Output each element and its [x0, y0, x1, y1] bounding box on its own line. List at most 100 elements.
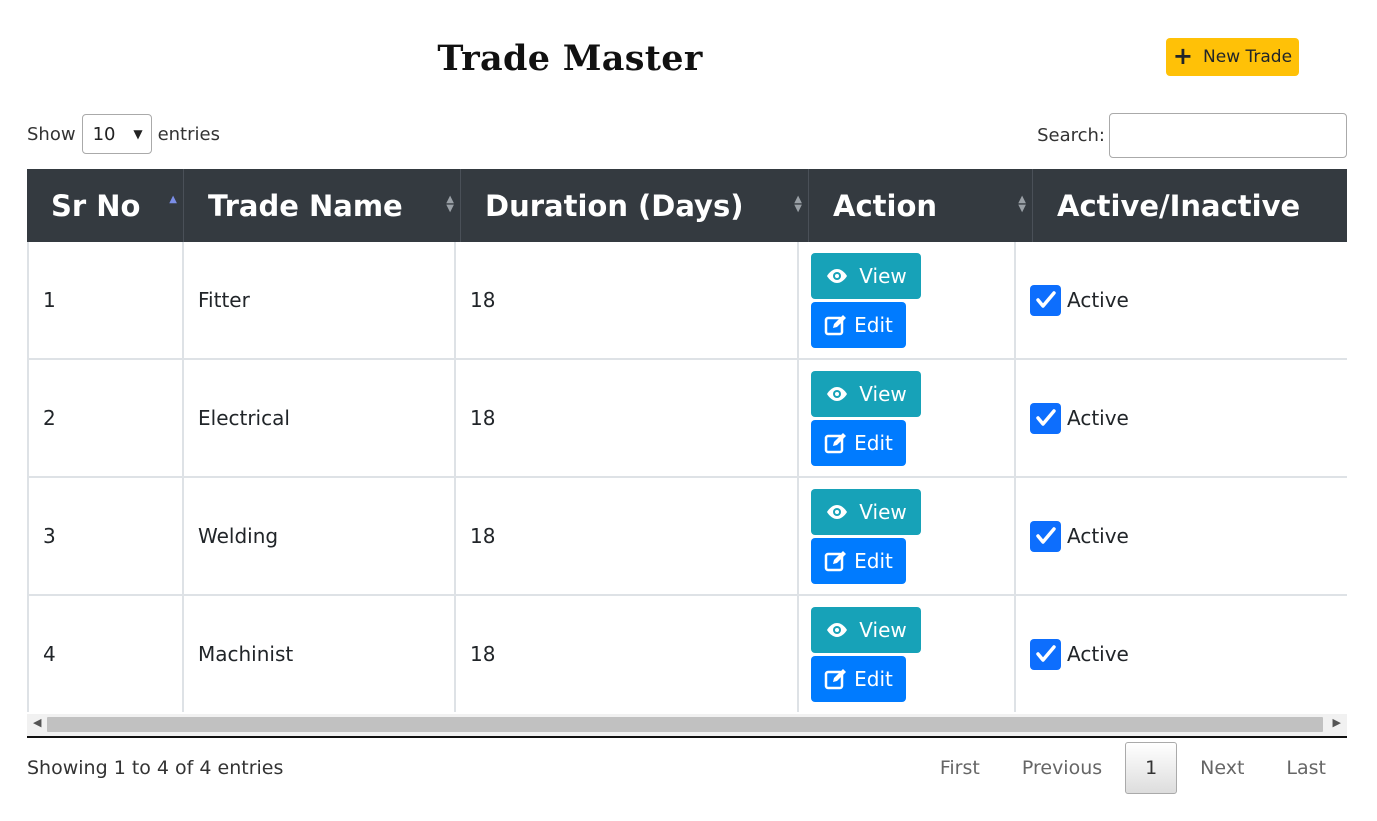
active-checkbox[interactable] — [1030, 284, 1061, 316]
table-row: 2 Electrical 18 View Edit Active — [27, 360, 1347, 478]
duration-cell: 18 — [454, 360, 797, 476]
status-cell: Active — [1014, 596, 1347, 712]
status-cell: Active — [1014, 242, 1347, 358]
page-first-button[interactable]: First — [919, 742, 1001, 794]
entries-per-page-select[interactable]: 10 ▼ — [81, 114, 152, 154]
edit-icon — [824, 314, 847, 335]
entries-label: entries — [157, 123, 220, 145]
edit-icon — [824, 668, 847, 689]
page-title: Trade Master — [437, 38, 703, 79]
edit-icon — [824, 550, 847, 571]
sort-icon: ▲ ▼ — [446, 194, 454, 214]
edit-label: Edit — [854, 312, 893, 337]
entries-per-page-value: 10 — [92, 123, 116, 145]
scrollbar-thumb[interactable] — [47, 717, 1323, 732]
column-header-sr-no[interactable]: Sr No ▲ — [27, 169, 184, 242]
edit-button[interactable]: Edit — [811, 537, 906, 584]
search-input[interactable] — [1109, 113, 1347, 158]
sr-no-cell: 4 — [27, 596, 182, 712]
view-button[interactable]: View — [811, 488, 921, 535]
view-button[interactable]: View — [811, 252, 921, 299]
checkmark-icon — [1035, 409, 1056, 426]
status-label: Active — [1067, 524, 1129, 548]
table-row: 4 Machinist 18 View Edit Active — [27, 596, 1347, 712]
duration-cell: 18 — [454, 596, 797, 712]
edit-button[interactable]: Edit — [811, 655, 906, 702]
chevron-down-icon: ▼ — [133, 127, 143, 141]
action-cell: View Edit — [797, 596, 1014, 712]
table-body: 1 Fitter 18 View Edit Active 2 Electrica… — [27, 242, 1347, 712]
new-trade-button[interactable]: + New Trade — [1166, 38, 1299, 76]
column-header-action[interactable]: Action ▲ ▼ — [809, 169, 1033, 242]
trade-name-cell: Machinist — [182, 596, 454, 712]
view-label: View — [859, 617, 907, 642]
sort-icon: ▲ ▼ — [1018, 194, 1026, 214]
page-next-button[interactable]: Next — [1179, 742, 1265, 794]
scroll-left-icon[interactable]: ◀ — [33, 716, 41, 729]
view-button[interactable]: View — [811, 606, 921, 653]
duration-cell: 18 — [454, 478, 797, 594]
column-header-active-inactive[interactable]: Active/Inactive — [1033, 169, 1347, 242]
sr-no-cell: 2 — [27, 360, 182, 476]
sort-ascending-icon: ▲ — [169, 194, 177, 205]
action-cell: View Edit — [797, 478, 1014, 594]
entries-length-control: Show 10 ▼ entries — [27, 113, 220, 155]
eye-icon — [827, 268, 848, 283]
status-label: Active — [1067, 288, 1129, 312]
status-label: Active — [1067, 406, 1129, 430]
table-header: Sr No ▲ Trade Name ▲ ▼ Duration (Days) ▲ ▼… — [27, 169, 1347, 242]
checkmark-icon — [1035, 527, 1056, 544]
eye-icon — [827, 504, 848, 519]
trade-name-cell: Fitter — [182, 242, 454, 358]
table-info: Showing 1 to 4 of 4 entries — [27, 757, 284, 779]
show-label: Show — [27, 123, 76, 145]
scroll-right-icon[interactable]: ▶ — [1333, 716, 1341, 729]
active-checkbox[interactable] — [1030, 520, 1061, 552]
table-row: 1 Fitter 18 View Edit Active — [27, 242, 1347, 360]
status-label: Active — [1067, 642, 1129, 666]
checkmark-icon — [1035, 291, 1056, 308]
sr-no-cell: 3 — [27, 478, 182, 594]
pagination: First Previous 1 Next Last — [919, 742, 1347, 794]
view-label: View — [859, 499, 907, 524]
search-label: Search: — [1037, 125, 1105, 146]
duration-cell: 18 — [454, 242, 797, 358]
edit-button[interactable]: Edit — [811, 301, 906, 348]
table-row: 3 Welding 18 View Edit Active — [27, 478, 1347, 596]
eye-icon — [827, 386, 848, 401]
edit-button[interactable]: Edit — [811, 419, 906, 466]
column-header-label: Trade Name — [208, 188, 403, 223]
column-header-duration[interactable]: Duration (Days) ▲ ▼ — [461, 169, 809, 242]
trade-name-cell: Welding — [182, 478, 454, 594]
action-cell: View Edit — [797, 242, 1014, 358]
column-header-label: Action — [833, 188, 938, 223]
sr-no-cell: 1 — [27, 242, 182, 358]
view-label: View — [859, 381, 907, 406]
status-cell: Active — [1014, 360, 1347, 476]
action-cell: View Edit — [797, 360, 1014, 476]
search-control: Search: — [1037, 113, 1347, 158]
new-trade-label: New Trade — [1203, 47, 1293, 67]
edit-icon — [824, 432, 847, 453]
page-last-button[interactable]: Last — [1265, 742, 1347, 794]
column-header-trade-name[interactable]: Trade Name ▲ ▼ — [184, 169, 461, 242]
page-current-button[interactable]: 1 — [1125, 742, 1178, 794]
status-cell: Active — [1014, 478, 1347, 594]
active-checkbox[interactable] — [1030, 402, 1061, 434]
sort-icon: ▲ ▼ — [794, 194, 802, 214]
column-header-label: Active/Inactive — [1057, 188, 1301, 223]
column-header-label: Sr No — [51, 188, 141, 223]
horizontal-scrollbar[interactable]: ◀ ▶ — [27, 714, 1347, 738]
edit-label: Edit — [854, 666, 893, 691]
page-previous-button[interactable]: Previous — [1001, 742, 1123, 794]
view-label: View — [859, 263, 907, 288]
active-checkbox[interactable] — [1030, 638, 1061, 670]
trade-name-cell: Electrical — [182, 360, 454, 476]
column-header-label: Duration (Days) — [485, 188, 744, 223]
checkmark-icon — [1035, 645, 1056, 662]
eye-icon — [827, 622, 848, 637]
edit-label: Edit — [854, 430, 893, 455]
view-button[interactable]: View — [811, 370, 921, 417]
plus-icon: + — [1172, 42, 1194, 70]
edit-label: Edit — [854, 548, 893, 573]
